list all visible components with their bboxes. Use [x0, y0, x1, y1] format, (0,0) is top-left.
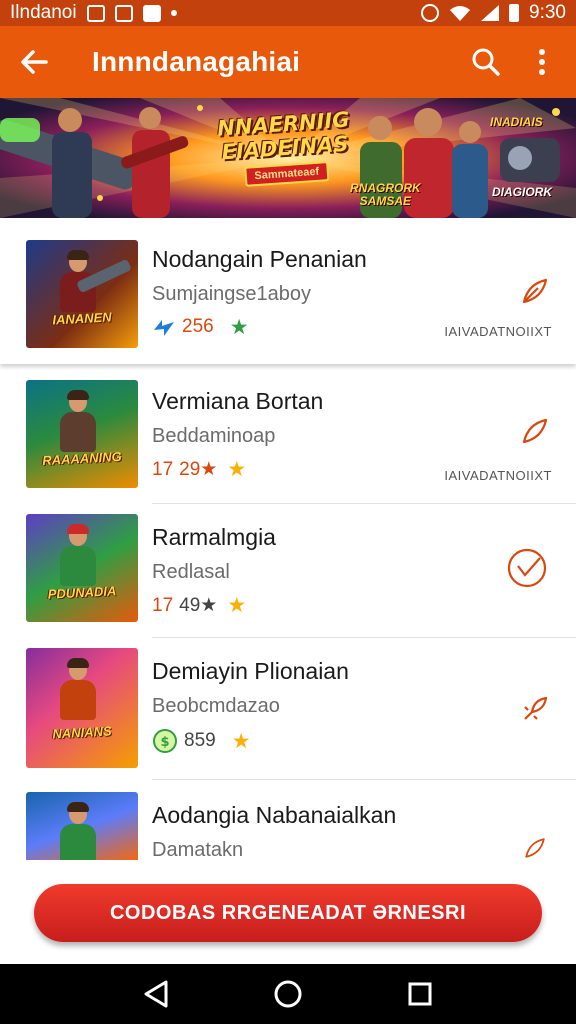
thumb-label: RAAAANING	[41, 448, 123, 469]
app-meta: 256 ★	[152, 316, 367, 338]
feather-icon[interactable]	[520, 276, 550, 306]
thumb-character	[56, 802, 100, 860]
screen: Ilndanoi 9:30 Innndanagahiai NNAERNIIG E…	[0, 0, 576, 1024]
alarm-icon	[421, 4, 440, 22]
app-name: Nodangain Penanian	[152, 246, 367, 272]
rocket-icon[interactable]	[520, 694, 550, 724]
circle-check-icon[interactable]	[504, 548, 550, 588]
battery-icon	[509, 4, 520, 22]
app-list: IANANEN Nodangain Penanian Sumjaingse1ab…	[0, 220, 576, 860]
system-nav-bar	[0, 964, 576, 1024]
nav-home-button[interactable]	[268, 974, 308, 1014]
app-info: Nodangain Penanian Sumjaingse1aboy 256 ★	[152, 246, 367, 338]
list-item[interactable]: RAAAANING Vermiana Bortan Beddaminoap 17…	[0, 364, 576, 504]
arrow-back-icon	[21, 50, 48, 74]
back-button[interactable]	[16, 44, 52, 80]
thumb-label: NANIANS	[51, 723, 112, 742]
app-meta: 17 49★ ★	[152, 594, 276, 617]
list-item[interactable]: NANIANS Demiayin Plionaian Beobcmdazao $…	[0, 638, 576, 780]
app-count-prefix: 17	[152, 594, 174, 616]
banner-badge-center-sub: SAMSAE	[359, 194, 411, 208]
app-thumbnail: NANIANS	[26, 648, 138, 768]
app-developer: Damatakn	[152, 839, 244, 860]
list-item[interactable]: PDUNADIA Rarmalmgia Redlasal 17 49★ ★	[0, 504, 576, 638]
app-thumbnail: RAAAANING	[26, 380, 138, 488]
more-vert-icon	[539, 49, 545, 75]
nav-recents-icon	[408, 982, 432, 1006]
app-bar: Innndanagahiai	[0, 26, 576, 98]
overflow-menu-button[interactable]	[522, 42, 562, 82]
notification-image-icon	[86, 4, 105, 22]
thumb-label: PDUNADIA	[47, 583, 117, 602]
app-name: Rarmalmgia	[152, 524, 276, 550]
app-tag: IAIVADATNOIIXT	[444, 324, 552, 339]
app-name: Vermiana Bortan	[152, 388, 324, 414]
app-info: Vermiana Bortan Beddaminoap 17 29★ ★	[152, 388, 323, 481]
app-count: 256	[182, 316, 214, 337]
notification-bag-icon	[142, 4, 161, 22]
app-info: Demiayin Plionaian Beobcmdazao $ 859 ★	[152, 658, 349, 754]
thumb-label: IANANEN	[51, 309, 112, 328]
app-name: Demiayin Plionaian	[152, 658, 349, 684]
app-count: 49★	[179, 595, 218, 616]
app-tag: IAIVADATNOIIXT	[444, 468, 552, 483]
page-title: Innndanagahiai	[92, 46, 301, 77]
list-item[interactable]: IANANEN Nodangain Penanian Sumjaingse1ab…	[0, 220, 576, 364]
app-developer: Redlasal	[152, 561, 230, 583]
search-icon	[472, 48, 500, 76]
feather-icon[interactable]	[520, 416, 550, 446]
nav-home-icon	[274, 980, 302, 1008]
app-thumbnail: PDUNADIA	[26, 514, 138, 622]
thumb-character	[56, 658, 100, 720]
app-name: Aodangia Nabanaialkan	[152, 802, 397, 828]
list-item[interactable]: Aodangia Nabanaialkan Damatakn	[0, 780, 576, 860]
app-developer: Beddaminoap	[152, 425, 276, 447]
status-bar: Ilndanoi 9:30	[0, 0, 576, 26]
app-developer: Beobcmdazao	[152, 695, 280, 717]
nav-back-icon	[144, 980, 168, 1008]
app-info: Aodangia Nabanaialkan Damatakn	[152, 802, 396, 860]
signal-icon	[481, 5, 500, 21]
search-button[interactable]	[466, 42, 506, 82]
featured-banner[interactable]: NNAERNIIG EIADEINAS Sammateaef INADIAIS …	[0, 98, 576, 218]
feather-icon[interactable]	[520, 836, 550, 860]
banner-title-block: NNAERNIIG EIADEINAS Sammateaef	[208, 107, 363, 189]
star-icon: ★	[227, 458, 247, 481]
app-count: 859	[184, 730, 216, 751]
clock-time: 9:30	[529, 2, 566, 23]
bolt-icon	[154, 320, 174, 336]
app-thumbnail	[26, 792, 138, 860]
coin-icon: $	[153, 729, 177, 753]
app-info: Rarmalmgia Redlasal 17 49★ ★	[152, 524, 276, 617]
star-icon: ★	[231, 729, 251, 753]
notification-dot-icon	[170, 10, 177, 16]
svg-text:$: $	[160, 735, 169, 750]
banner-badge-bottom-right: DIAGIORK	[492, 185, 552, 199]
cta-button[interactable]: CODOBAS RRGENEADAT ƏRNESRI	[34, 884, 542, 942]
app-count: 29★	[179, 459, 218, 480]
thumb-character	[56, 390, 100, 452]
banner-badge-center: RNAGRORK SAMSAE	[350, 182, 421, 208]
star-icon: ★	[229, 315, 249, 339]
app-developer: Sumjaingse1aboy	[152, 283, 311, 305]
wifi-icon	[450, 6, 471, 21]
app-thumbnail: IANANEN	[26, 240, 138, 348]
banner-badge-top-right: INADIAIS	[490, 115, 543, 129]
star-icon: ★	[227, 594, 247, 617]
notification-chat-icon	[114, 4, 133, 22]
app-count-prefix: 17	[152, 458, 174, 480]
carrier-label: Ilndanoi	[10, 2, 77, 23]
nav-back-button[interactable]	[136, 974, 176, 1014]
app-meta: 17 29★ ★	[152, 458, 323, 481]
app-meta: $ 859 ★	[152, 728, 349, 754]
nav-recents-button[interactable]	[400, 974, 440, 1014]
thumb-character	[56, 524, 100, 586]
